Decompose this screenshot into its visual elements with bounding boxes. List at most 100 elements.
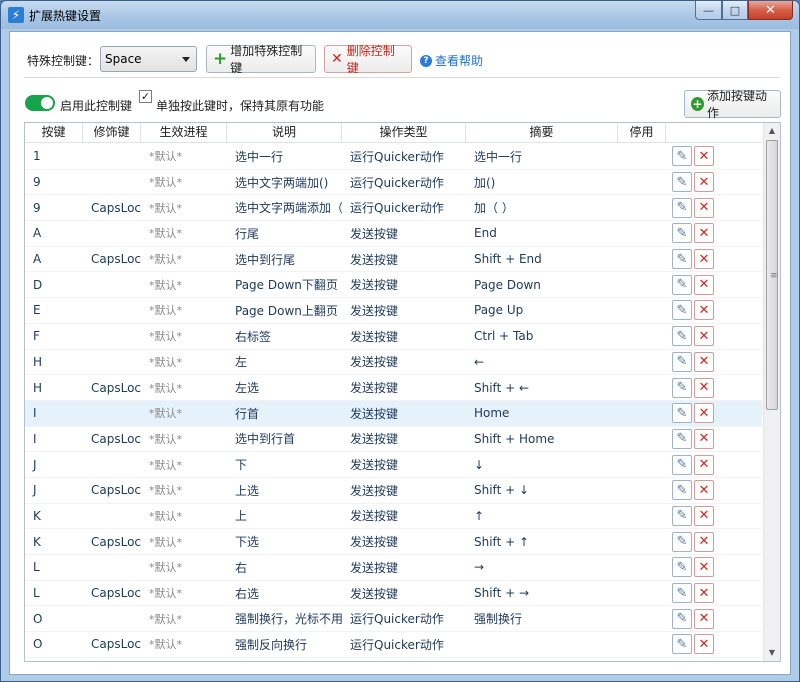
pencil-icon[interactable]: ✎	[672, 608, 692, 629]
red-x-icon[interactable]: ✕	[694, 403, 714, 424]
pencil-icon[interactable]: ✎	[672, 531, 692, 552]
table-row[interactable]: E *默认* Page Down上翻页 发送按键 Page Up ✎ ✕	[25, 298, 762, 324]
row-actions: ✎ ✕	[666, 634, 762, 655]
table-row[interactable]: H CapsLoc *默认* 左选 发送按键 Shift + ← ✎ ✕	[25, 375, 762, 401]
title-bar[interactable]: ⚡ 扩展热键设置 — □ ✕	[1, 1, 799, 29]
pencil-icon[interactable]: ✎	[672, 351, 692, 372]
pencil-icon[interactable]: ✎	[672, 428, 692, 449]
table-row[interactable]: 9 CapsLoc *默认* 选中文字两端添加（ 运行Quicker动作 加（ ） ✎ ✕	[25, 195, 762, 222]
green-plus-icon: +	[213, 48, 228, 69]
red-x-icon[interactable]: ✕	[694, 557, 714, 578]
column-header-description[interactable]: 说明	[227, 123, 342, 143]
add-action-button[interactable]: + 添加按键动作	[684, 89, 781, 120]
summary-cell: ←	[474, 354, 485, 369]
pencil-icon[interactable]: ✎	[672, 146, 692, 167]
red-x-icon[interactable]: ✕	[694, 223, 714, 244]
table-row[interactable]: L CapsLoc *默认* 右选 发送按键 Shift + → ✎ ✕	[25, 581, 762, 607]
hotkey-table: 按键 修饰键 生效进程 说明 操作类型 摘要 停用 1 *默认* 选中一行 运行Qui…	[24, 122, 781, 662]
pencil-icon[interactable]: ✎	[672, 634, 692, 655]
scroll-up-arrow-icon[interactable]: ▲	[764, 123, 780, 139]
column-header-key[interactable]: 按键	[25, 123, 83, 143]
enable-toggle[interactable]	[25, 95, 55, 111]
table-row[interactable]: O *默认* 强制换行，光标不用 运行Quicker动作 强制换行 ✎ ✕	[25, 606, 762, 633]
red-x-icon[interactable]: ✕	[694, 351, 714, 372]
scroll-down-arrow-icon[interactable]: ▼	[764, 645, 780, 661]
red-x-icon[interactable]: ✕	[694, 274, 714, 295]
pencil-icon[interactable]: ✎	[672, 223, 692, 244]
red-x-icon[interactable]: ✕	[694, 480, 714, 501]
pencil-icon[interactable]: ✎	[672, 274, 692, 295]
red-x-icon[interactable]: ✕	[694, 377, 714, 398]
process-cell: *默认*	[149, 227, 182, 241]
red-x-icon[interactable]: ✕	[694, 172, 714, 193]
add-special-key-button[interactable]: + 增加特殊控制键	[206, 44, 316, 75]
pencil-icon[interactable]: ✎	[672, 249, 692, 270]
pencil-icon[interactable]: ✎	[672, 172, 692, 193]
red-x-icon[interactable]: ✕	[694, 608, 714, 629]
pencil-icon[interactable]: ✎	[672, 403, 692, 424]
red-x-icon[interactable]: ✕	[694, 249, 714, 270]
action-type-cell: 运行Quicker动作	[350, 175, 444, 190]
table-row[interactable]: A CapsLoc *默认* 选中到行尾 发送按键 Shift + End ✎ ✕	[25, 247, 762, 273]
pencil-icon[interactable]: ✎	[672, 505, 692, 526]
table-row[interactable]: L *默认* 右 发送按键 → ✎ ✕	[25, 555, 762, 581]
red-x-icon[interactable]: ✕	[694, 454, 714, 475]
table-row[interactable]: H *默认* 左 发送按键 ← ✎ ✕	[25, 350, 762, 376]
red-x-icon[interactable]: ✕	[694, 583, 714, 604]
column-header-process[interactable]: 生效进程	[141, 123, 227, 143]
table-row[interactable]: A *默认* 行尾 发送按键 End ✎ ✕	[25, 221, 762, 247]
process-cell: *默认*	[149, 381, 182, 395]
table-row[interactable]: J *默认* 下 发送按键 ↓ ✎ ✕	[25, 452, 762, 478]
description-cell: 下选	[235, 535, 260, 550]
delete-key-button[interactable]: ✕ 删除控制键	[324, 44, 412, 75]
pencil-icon[interactable]: ✎	[672, 480, 692, 501]
key-cell: D	[33, 277, 43, 292]
description-cell: 选中到行首	[235, 432, 296, 447]
column-header-disabled[interactable]: 停用	[618, 123, 666, 143]
pencil-icon[interactable]: ✎	[672, 197, 692, 218]
description-cell: 下	[235, 458, 248, 473]
close-button[interactable]: ✕	[748, 1, 793, 20]
table-row[interactable]: K CapsLoc *默认* 下选 发送按键 Shift + ↑ ✎ ✕	[25, 529, 762, 555]
add-special-key-label: 增加特殊控制键	[230, 44, 303, 75]
table-row[interactable]: O CapsLoc *默认* 强制反向换行 运行Quicker动作 ✎ ✕	[25, 632, 762, 658]
process-cell: *默认*	[149, 176, 182, 190]
table-row[interactable]: I CapsLoc *默认* 选中到行首 发送按键 Shift + Home ✎ ✕	[25, 427, 762, 453]
help-link[interactable]: ? 查看帮助	[420, 52, 483, 69]
red-x-icon[interactable]: ✕	[694, 531, 714, 552]
minimize-button[interactable]: —	[695, 1, 722, 20]
column-header-action-type[interactable]: 操作类型	[342, 123, 466, 143]
table-row[interactable]: D *默认* Page Down下翻页 发送按键 Page Down ✎ ✕	[25, 272, 762, 299]
summary-cell: Shift + ↓	[474, 483, 530, 498]
column-header-summary[interactable]: 摘要	[466, 123, 618, 143]
table-row[interactable]: 9 *默认* 选中文字两端加() 运行Quicker动作 加() ✎ ✕	[25, 170, 762, 196]
maximize-button[interactable]: □	[722, 1, 748, 20]
keep-function-checkbox[interactable]: ✓	[139, 90, 152, 103]
summary-cell: Page Down	[474, 277, 541, 292]
red-x-icon[interactable]: ✕	[694, 634, 714, 655]
pencil-icon[interactable]: ✎	[672, 300, 692, 321]
pencil-icon[interactable]: ✎	[672, 377, 692, 398]
table-row[interactable]: K *默认* 上 发送按键 ↑ ✎ ✕	[25, 504, 762, 530]
table-row[interactable]: 1 *默认* 选中一行 运行Quicker动作 选中一行 ✎ ✕	[25, 144, 762, 170]
table-row[interactable]: I *默认* 行首 发送按键 Home ✎ ✕	[25, 400, 762, 427]
pencil-icon[interactable]: ✎	[672, 454, 692, 475]
red-x-icon[interactable]: ✕	[694, 505, 714, 526]
process-cell: *默认*	[149, 432, 182, 446]
red-x-icon[interactable]: ✕	[694, 300, 714, 321]
pencil-icon[interactable]: ✎	[672, 326, 692, 347]
red-x-icon[interactable]: ✕	[694, 326, 714, 347]
table-row[interactable]: F *默认* 右标签 发送按键 Ctrl + Tab ✎ ✕	[25, 324, 762, 350]
vertical-scrollbar[interactable]: ▲ ≡ ▼	[763, 123, 780, 661]
red-x-icon[interactable]: ✕	[694, 428, 714, 449]
key-cell: A	[33, 252, 42, 267]
special-key-select[interactable]: Space	[100, 46, 197, 72]
row-actions: ✎ ✕	[666, 428, 762, 449]
column-header-modifier[interactable]: 修饰键	[83, 123, 141, 143]
red-x-icon[interactable]: ✕	[694, 197, 714, 218]
pencil-icon[interactable]: ✎	[672, 557, 692, 578]
pencil-icon[interactable]: ✎	[672, 583, 692, 604]
table-row[interactable]: J CapsLoc *默认* 上选 发送按键 Shift + ↓ ✎ ✕	[25, 478, 762, 504]
red-x-icon[interactable]: ✕	[694, 146, 714, 167]
scroll-thumb[interactable]: ≡	[766, 140, 778, 410]
